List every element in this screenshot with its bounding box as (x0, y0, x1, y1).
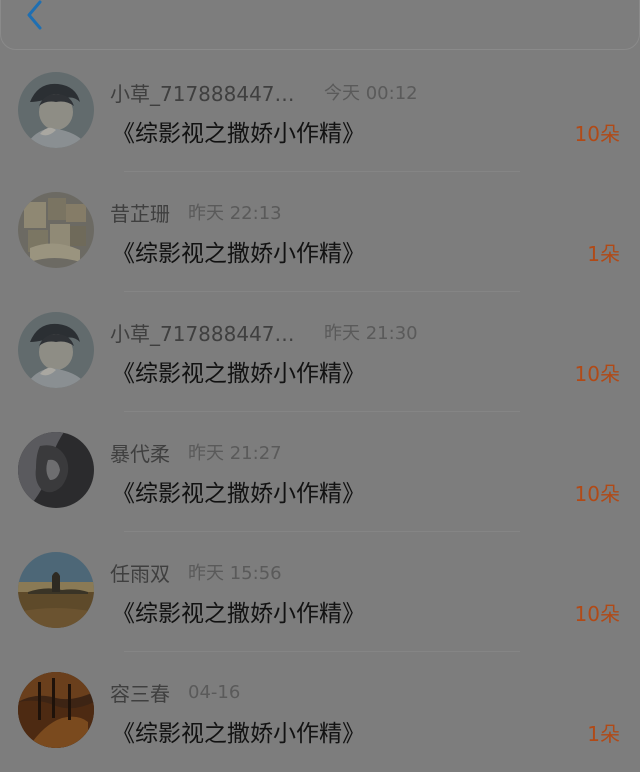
header-card (0, 0, 640, 50)
gift-amount: 1朵 (587, 242, 620, 266)
timestamp: 04-16 (188, 681, 241, 703)
user-name[interactable]: 昔芷珊 (110, 198, 170, 227)
list-item[interactable]: 昔芷珊 昨天 22:13 《综影视之撒娇小作精》 1朵 (0, 172, 640, 292)
item-meta: 昔芷珊 昨天 22:13 (110, 198, 282, 226)
avatar[interactable] (18, 192, 94, 268)
timestamp: 昨天 15:56 (188, 563, 282, 584)
list-item[interactable]: 暴代柔 昨天 21:27 《综影视之撒娇小作精》 10朵 (0, 412, 640, 532)
book-title[interactable]: 《综影视之撒娇小作精》 (112, 714, 365, 748)
book-title[interactable]: 《综影视之撒娇小作精》 (112, 354, 365, 388)
book-title[interactable]: 《综影视之撒娇小作精》 (112, 594, 365, 628)
item-meta: 容三春 04-16 (110, 678, 240, 706)
timestamp: 昨天 22:13 (188, 203, 282, 224)
list-item[interactable]: 小草_7178884475... 昨天 21:30 《综影视之撒娇小作精》 10… (0, 292, 640, 412)
top-bar (0, 0, 640, 50)
gift-list: 小草_7178884475... 今天 00:12 《综影视之撒娇小作精》 10… (0, 52, 640, 772)
item-meta: 小草_7178884475... 今天 00:12 (110, 78, 418, 106)
list-item[interactable]: 任雨双 昨天 15:56 《综影视之撒娇小作精》 10朵 (0, 532, 640, 652)
timestamp: 昨天 21:27 (188, 443, 282, 464)
timestamp: 今天 00:12 (324, 83, 418, 104)
avatar[interactable] (18, 432, 94, 508)
gift-amount: 10朵 (574, 362, 620, 386)
avatar[interactable] (18, 312, 94, 388)
chevron-left-icon (25, 0, 45, 34)
book-title[interactable]: 《综影视之撒娇小作精》 (112, 234, 365, 268)
item-meta: 小草_7178884475... 昨天 21:30 (110, 318, 418, 346)
back-button[interactable] (18, 0, 52, 34)
gift-amount: 10朵 (574, 482, 620, 506)
book-title[interactable]: 《综影视之撒娇小作精》 (112, 474, 365, 508)
user-name[interactable]: 容三春 (110, 678, 170, 707)
avatar[interactable] (18, 72, 94, 148)
avatar[interactable] (18, 552, 94, 628)
item-meta: 任雨双 昨天 15:56 (110, 558, 282, 586)
gift-amount: 10朵 (574, 122, 620, 146)
item-meta: 暴代柔 昨天 21:27 (110, 438, 282, 466)
user-name[interactable]: 任雨双 (110, 558, 170, 587)
book-title[interactable]: 《综影视之撒娇小作精》 (112, 114, 365, 148)
user-name[interactable]: 暴代柔 (110, 438, 170, 467)
list-item[interactable]: 小草_7178884475... 今天 00:12 《综影视之撒娇小作精》 10… (0, 52, 640, 172)
avatar[interactable] (18, 672, 94, 748)
user-name[interactable]: 小草_7178884475... (110, 78, 306, 107)
timestamp: 昨天 21:30 (324, 323, 418, 344)
gift-amount: 10朵 (574, 602, 620, 626)
list-item[interactable]: 容三春 04-16 《综影视之撒娇小作精》 1朵 (0, 652, 640, 772)
user-name[interactable]: 小草_7178884475... (110, 318, 306, 347)
gift-amount: 1朵 (587, 722, 620, 746)
